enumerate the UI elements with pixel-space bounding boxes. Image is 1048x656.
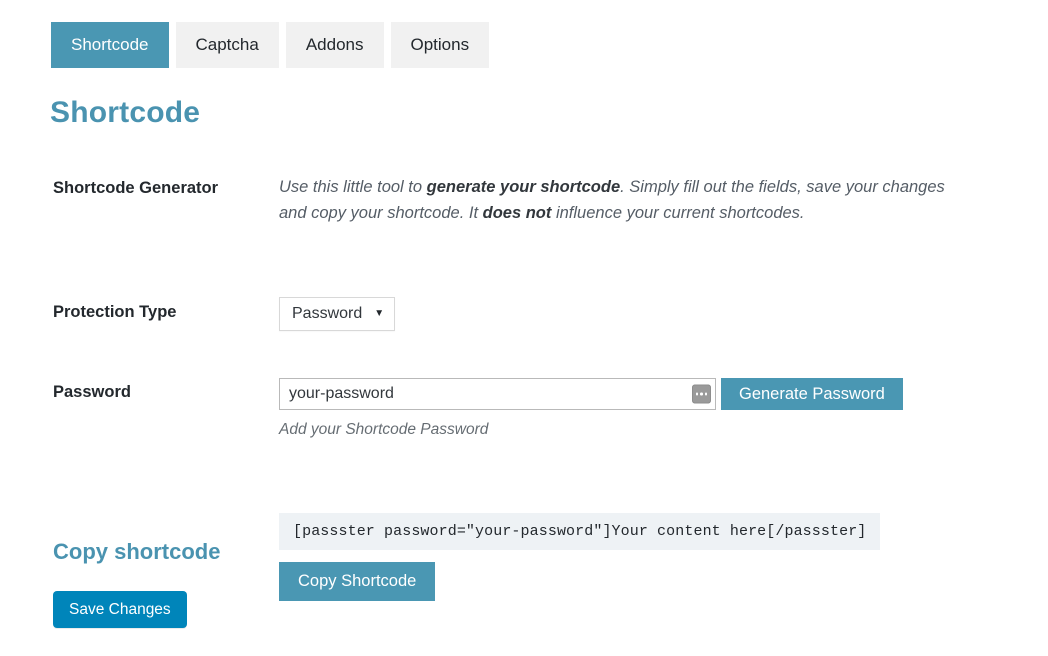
chevron-down-icon: ▼	[374, 308, 385, 320]
label-col-generator: Shortcode Generator	[0, 175, 279, 199]
label-protection-type: Protection Type	[53, 303, 177, 322]
row-copy-shortcode: Copy shortcode [passster password="your-…	[0, 513, 1048, 601]
row-shortcode-generator: Shortcode Generator Use this little tool…	[0, 175, 1048, 226]
description-text-3: influence your current shortcodes.	[551, 203, 805, 222]
label-col-copy-shortcode: Copy shortcode	[0, 513, 279, 565]
label-password: Password	[53, 383, 131, 402]
protection-type-select[interactable]: Password ▼	[279, 297, 396, 332]
row-protection-type: Protection Type Password ▼	[0, 297, 1048, 332]
tab-options[interactable]: Options	[390, 22, 490, 68]
password-input[interactable]	[279, 378, 716, 411]
password-help-text: Add your Shortcode Password	[279, 421, 489, 439]
field-col-protection-type: Password ▼	[279, 297, 1048, 332]
settings-tab-bar: Shortcode Captcha Addons Options	[51, 22, 490, 68]
generator-description: Use this little tool to generate your sh…	[279, 175, 969, 226]
description-bold-2: does not	[482, 203, 552, 222]
copy-shortcode-button[interactable]: Copy Shortcode	[279, 562, 436, 601]
description-bold-1: generate your shortcode	[426, 178, 621, 196]
field-col-copy-shortcode: [passster password="your-password"]Your …	[279, 513, 1048, 601]
save-changes-button[interactable]: Save Changes	[53, 591, 187, 629]
row-password: Password Generate Password Add your Shor…	[0, 378, 1048, 439]
tab-addons[interactable]: Addons	[285, 22, 384, 68]
shortcode-generator-form: Shortcode Generator Use this little tool…	[0, 175, 1048, 601]
generated-shortcode-code[interactable]: [passster password="your-password"]Your …	[279, 513, 881, 551]
label-col-protection-type: Protection Type	[0, 297, 279, 323]
password-input-wrapper	[279, 378, 716, 411]
label-copy-shortcode: Copy shortcode	[53, 539, 221, 565]
description-text-1: Use this little tool to	[279, 178, 427, 196]
label-col-password: Password	[0, 378, 279, 403]
tab-captcha[interactable]: Captcha	[175, 22, 279, 68]
password-dots-icon[interactable]	[692, 384, 711, 404]
password-input-line: Generate Password	[279, 378, 1028, 411]
generate-password-button[interactable]: Generate Password	[721, 378, 903, 411]
protection-type-selected-value: Password	[292, 305, 363, 323]
field-col-generator: Use this little tool to generate your sh…	[279, 175, 1048, 226]
page-title: Shortcode	[50, 96, 201, 129]
tab-shortcode[interactable]: Shortcode	[51, 22, 169, 68]
label-shortcode-generator: Shortcode Generator	[53, 179, 219, 197]
field-col-password: Generate Password Add your Shortcode Pas…	[279, 378, 1048, 439]
